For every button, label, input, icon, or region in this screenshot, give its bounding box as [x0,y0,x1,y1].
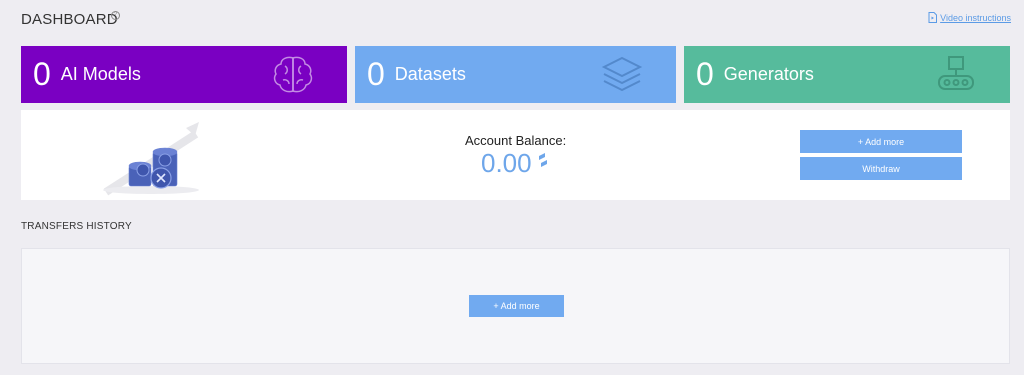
coin-stacks-illustration [103,122,199,196]
card-datasets[interactable]: 0 Datasets [355,46,676,103]
ai-models-count: 0 [33,56,51,92]
card-ai-models[interactable]: 0 AI Models [21,46,347,103]
add-more-button[interactable]: + Add more [800,130,962,153]
page-title: DASHBOARD [21,11,118,28]
layers-icon [601,56,643,92]
video-instructions-link[interactable]: Video instructions [928,12,1011,23]
history-add-more-button[interactable]: + Add more [469,295,564,317]
help-circle-icon[interactable]: ? [111,11,120,20]
account-balance-value: 0.00 [481,148,532,178]
datasets-label: Datasets [394,64,466,84]
generators-count: 0 [696,56,714,92]
ai-models-label: AI Models [60,64,141,84]
withdraw-button[interactable]: Withdraw [800,157,962,180]
conveyor-icon [938,56,974,90]
brain-icon [273,56,313,93]
page-header: DASHBOARD ? Video instructions [21,10,1011,30]
account-balance-panel: Account Balance: 0.00 + Add more Withdra… [21,110,1010,200]
account-balance-label: Account Balance: [465,133,567,148]
video-instructions-label: Video instructions [940,12,1011,23]
datasets-count: 0 [367,56,385,92]
transfers-history-title: TRANSFERS HISTORY [21,221,132,232]
video-file-icon [928,12,938,23]
transfers-history-panel: + Add more [21,248,1010,364]
card-generators[interactable]: 0 Generators [684,46,1010,103]
token-icon [539,153,547,167]
generators-label: Generators [723,64,814,84]
